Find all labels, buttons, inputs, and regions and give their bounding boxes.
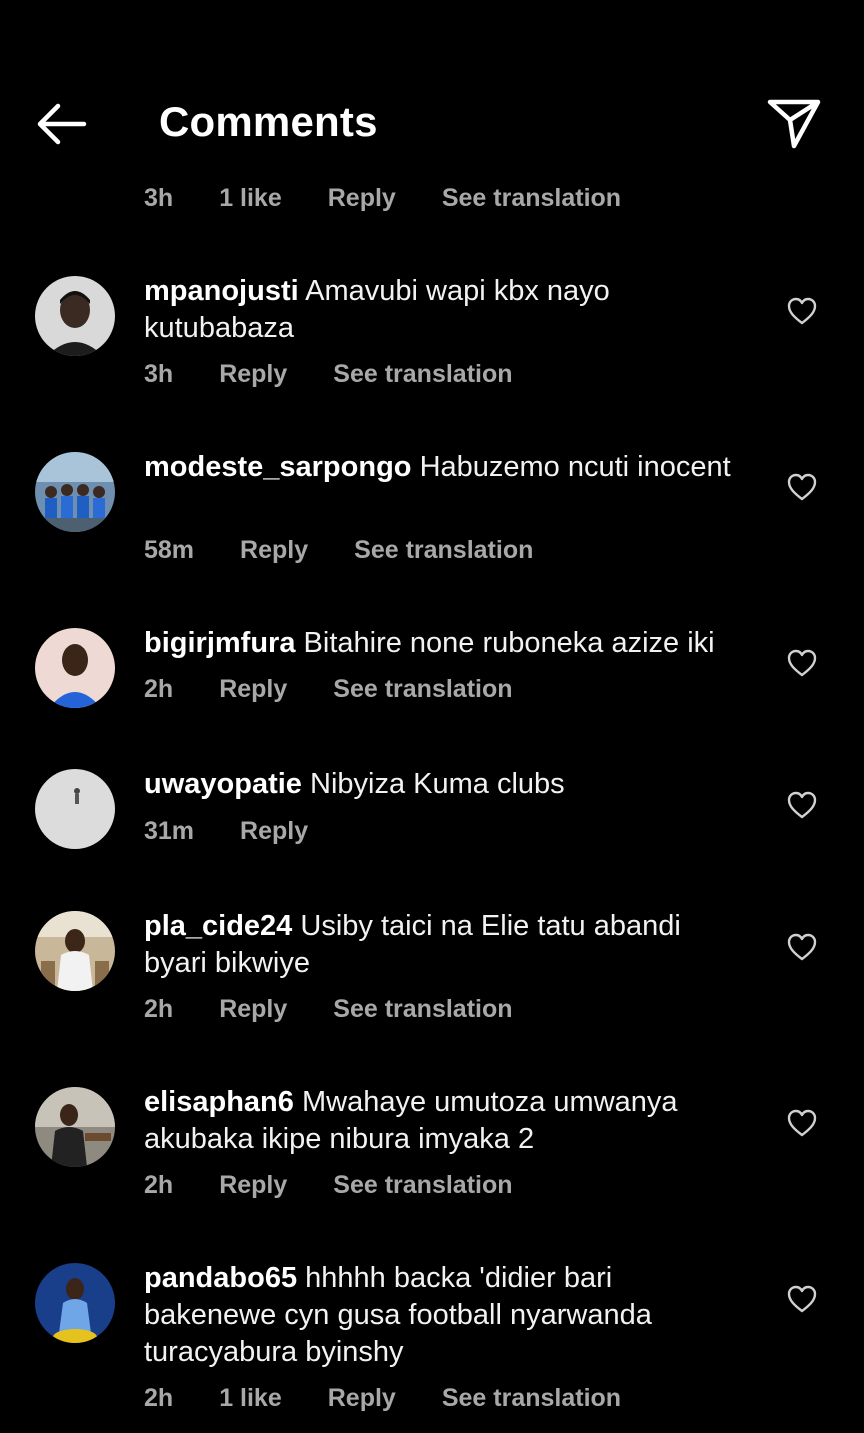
comment-time: 58m xyxy=(144,535,195,564)
avatar[interactable] xyxy=(35,1087,115,1167)
comment-meta: 2h Reply See translation xyxy=(144,992,559,1026)
comment-username[interactable]: elisaphan6 xyxy=(144,1086,294,1118)
like-button[interactable] xyxy=(786,1108,818,1138)
see-translation-button[interactable]: See translation xyxy=(442,1384,621,1413)
see-translation-button[interactable]: See translation xyxy=(354,536,533,565)
see-translation-button[interactable]: See translation xyxy=(333,1171,512,1200)
comment-time: 2h xyxy=(144,1170,174,1199)
like-button[interactable] xyxy=(786,472,818,502)
heart-icon xyxy=(787,297,817,325)
reply-button[interactable]: Reply xyxy=(328,1384,396,1413)
comment-meta: 2h Reply See translation xyxy=(144,1168,559,1202)
reply-button[interactable]: Reply xyxy=(219,675,287,704)
user-photo xyxy=(35,911,115,991)
like-button[interactable] xyxy=(786,1284,818,1314)
user-photo xyxy=(35,452,115,532)
share-button[interactable] xyxy=(764,96,824,152)
comment-time: 2h xyxy=(144,1383,174,1412)
reply-button[interactable]: Reply xyxy=(219,360,287,389)
comment-body: Habuzemo ncuti inocent xyxy=(419,451,731,483)
like-button[interactable] xyxy=(786,932,818,962)
paper-plane-icon xyxy=(767,99,821,149)
comment-time: 3h xyxy=(144,359,174,388)
comment-username[interactable]: modeste_sarpongo xyxy=(144,451,412,483)
likes-count[interactable]: 1 like xyxy=(219,1384,282,1413)
previous-comment-meta: 3h 1 like Reply See translation xyxy=(144,181,667,215)
arrow-left-icon xyxy=(37,103,87,145)
avatar[interactable] xyxy=(35,452,115,532)
comment-username[interactable]: bigirjmfura xyxy=(144,627,295,659)
heart-icon xyxy=(787,649,817,677)
comment-time: 31m xyxy=(144,816,195,845)
avatar[interactable] xyxy=(35,911,115,991)
comment-body: Nibyiza Kuma clubs xyxy=(310,768,565,800)
user-photo xyxy=(35,1263,115,1343)
user-photo xyxy=(35,628,115,708)
page-title: Comments xyxy=(159,98,378,145)
comment-meta: 3h Reply See translation xyxy=(144,357,559,391)
see-translation-button[interactable]: See translation xyxy=(333,995,512,1024)
heart-icon xyxy=(787,791,817,819)
comment-username[interactable]: pla_cide24 xyxy=(144,910,292,942)
avatar[interactable] xyxy=(35,1263,115,1343)
user-photo xyxy=(35,1087,115,1167)
reply-button[interactable]: Reply xyxy=(328,184,396,213)
avatar[interactable] xyxy=(35,276,115,356)
reply-button[interactable]: Reply xyxy=(219,1171,287,1200)
user-photo xyxy=(35,769,115,849)
comment-time: 2h xyxy=(144,674,174,703)
comment-time: 2h xyxy=(144,994,174,1023)
comment-meta: 58m Reply See translation xyxy=(144,533,579,567)
heart-icon xyxy=(787,933,817,961)
reply-button[interactable]: Reply xyxy=(240,536,308,565)
comment-username[interactable]: mpanojusti xyxy=(144,275,299,307)
header-bar: Comments xyxy=(0,0,864,170)
like-button[interactable] xyxy=(786,648,818,678)
avatar[interactable] xyxy=(35,628,115,708)
comment-username[interactable]: uwayopatie xyxy=(144,768,302,800)
see-translation-button[interactable]: See translation xyxy=(442,184,621,213)
heart-icon xyxy=(787,1285,817,1313)
comment-meta: 2h Reply See translation xyxy=(144,672,559,706)
likes-count[interactable]: 1 like xyxy=(219,184,282,213)
heart-icon xyxy=(787,1109,817,1137)
reply-button[interactable]: Reply xyxy=(240,817,308,846)
user-photo xyxy=(35,276,115,356)
comment-body: Bitahire none ruboneka azize iki xyxy=(303,627,715,659)
see-translation-button[interactable]: See translation xyxy=(333,360,512,389)
like-button[interactable] xyxy=(786,790,818,820)
reply-button[interactable]: Reply xyxy=(219,995,287,1024)
comment-time: 3h xyxy=(144,183,174,212)
like-button[interactable] xyxy=(786,296,818,326)
comment-username[interactable]: pandabo65 xyxy=(144,1262,297,1294)
see-translation-button[interactable]: See translation xyxy=(333,675,512,704)
back-button[interactable] xyxy=(32,100,88,148)
heart-icon xyxy=(787,473,817,501)
comment-meta: 31m Reply xyxy=(144,814,354,848)
comment-meta: 2h 1 like Reply See translation xyxy=(144,1381,667,1415)
avatar[interactable] xyxy=(35,769,115,849)
